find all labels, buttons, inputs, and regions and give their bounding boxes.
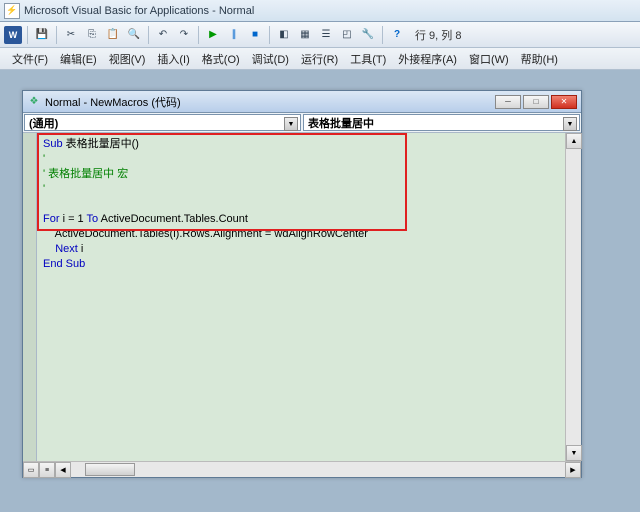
mdi-workspace: ❖ Normal - NewMacros (代码) ─ □ ✕ (通用) ▼ 表… [0, 70, 640, 512]
word-icon[interactable]: W [4, 26, 22, 44]
separator [56, 26, 57, 44]
scroll-thumb[interactable] [85, 463, 135, 476]
toolbox-icon[interactable]: 🔧 [359, 26, 377, 44]
margin-indicator-bar[interactable] [23, 133, 37, 461]
help-icon[interactable]: ? [388, 26, 406, 44]
app-icon: ⚡ [4, 3, 20, 19]
object-dropdown[interactable]: (通用) ▼ [24, 114, 301, 131]
window-title: Microsoft Visual Basic for Applications … [24, 5, 254, 17]
separator [198, 26, 199, 44]
scroll-up-icon[interactable]: ▲ [566, 133, 582, 149]
maximize-button[interactable]: □ [523, 95, 549, 109]
code-window-titlebar[interactable]: ❖ Normal - NewMacros (代码) ─ □ ✕ [23, 91, 581, 113]
close-button[interactable]: ✕ [551, 95, 577, 109]
cursor-position: 行 9, 列 8 [415, 27, 461, 43]
menu-file[interactable]: 文件(F) [6, 49, 54, 69]
scroll-track[interactable] [71, 462, 565, 477]
save-icon[interactable]: 💾 [33, 26, 51, 44]
chevron-down-icon[interactable]: ▼ [563, 117, 577, 131]
find-icon[interactable]: 🔍 [125, 26, 143, 44]
run-icon[interactable]: ▶ [204, 26, 222, 44]
scroll-down-icon[interactable]: ▼ [566, 445, 582, 461]
separator [269, 26, 270, 44]
horizontal-scrollbar[interactable]: ▭ ≡ ◀ ▶ [23, 461, 581, 477]
menu-tools[interactable]: 工具(T) [344, 49, 392, 69]
title-bar: ⚡ Microsoft Visual Basic for Application… [0, 0, 640, 22]
procedure-dropdown[interactable]: 表格批量居中 ▼ [303, 114, 580, 131]
scroll-right-icon[interactable]: ▶ [565, 462, 581, 478]
paste-icon[interactable]: 📋 [104, 26, 122, 44]
object-dropdown-value: (通用) [29, 115, 58, 131]
menu-format[interactable]: 格式(O) [196, 49, 246, 69]
procedure-view-icon[interactable]: ▭ [23, 462, 39, 478]
menu-addins[interactable]: 外接程序(A) [392, 49, 463, 69]
menu-run[interactable]: 运行(R) [295, 49, 344, 69]
pause-icon[interactable]: ∥ [225, 26, 243, 44]
cut-icon[interactable]: ✂ [62, 26, 80, 44]
object-browser-icon[interactable]: ◰ [338, 26, 356, 44]
undo-icon[interactable]: ↶ [154, 26, 172, 44]
copy-icon[interactable]: ⎘ [83, 26, 101, 44]
procedure-dropdown-value: 表格批量居中 [308, 115, 374, 131]
full-module-view-icon[interactable]: ≡ [39, 462, 55, 478]
separator [382, 26, 383, 44]
menu-edit[interactable]: 编辑(E) [54, 49, 103, 69]
chevron-down-icon[interactable]: ▼ [284, 117, 298, 131]
code-window-title: Normal - NewMacros (代码) [45, 94, 181, 110]
design-mode-icon[interactable]: ◧ [275, 26, 293, 44]
minimize-button[interactable]: ─ [495, 95, 521, 109]
app-window: ⚡ Microsoft Visual Basic for Application… [0, 0, 640, 512]
menu-help[interactable]: 帮助(H) [515, 49, 564, 69]
properties-icon[interactable]: ☰ [317, 26, 335, 44]
menu-debug[interactable]: 调试(D) [246, 49, 295, 69]
toolbar: W 💾 ✂ ⎘ 📋 🔍 ↶ ↷ ▶ ∥ ■ ◧ ▦ ☰ ◰ 🔧 ? 行 9, 列… [0, 22, 640, 48]
separator [27, 26, 28, 44]
redo-icon[interactable]: ↷ [175, 26, 193, 44]
menubar: 文件(F) 编辑(E) 视图(V) 插入(I) 格式(O) 调试(D) 运行(R… [0, 48, 640, 70]
module-icon: ❖ [27, 95, 41, 109]
separator [148, 26, 149, 44]
project-explorer-icon[interactable]: ▦ [296, 26, 314, 44]
code-window: ❖ Normal - NewMacros (代码) ─ □ ✕ (通用) ▼ 表… [22, 90, 582, 478]
stop-icon[interactable]: ■ [246, 26, 264, 44]
code-editor[interactable]: Sub 表格批量居中() ' ' 表格批量居中 宏 ' For i = 1 To… [37, 133, 565, 461]
scroll-left-icon[interactable]: ◀ [55, 462, 71, 478]
menu-insert[interactable]: 插入(I) [151, 49, 195, 69]
code-body: Sub 表格批量居中() ' ' 表格批量居中 宏 ' For i = 1 To… [23, 133, 581, 461]
vertical-scrollbar[interactable]: ▲ ▼ [565, 133, 581, 461]
menu-window[interactable]: 窗口(W) [463, 49, 515, 69]
dropdown-row: (通用) ▼ 表格批量居中 ▼ [23, 113, 581, 133]
menu-view[interactable]: 视图(V) [103, 49, 152, 69]
